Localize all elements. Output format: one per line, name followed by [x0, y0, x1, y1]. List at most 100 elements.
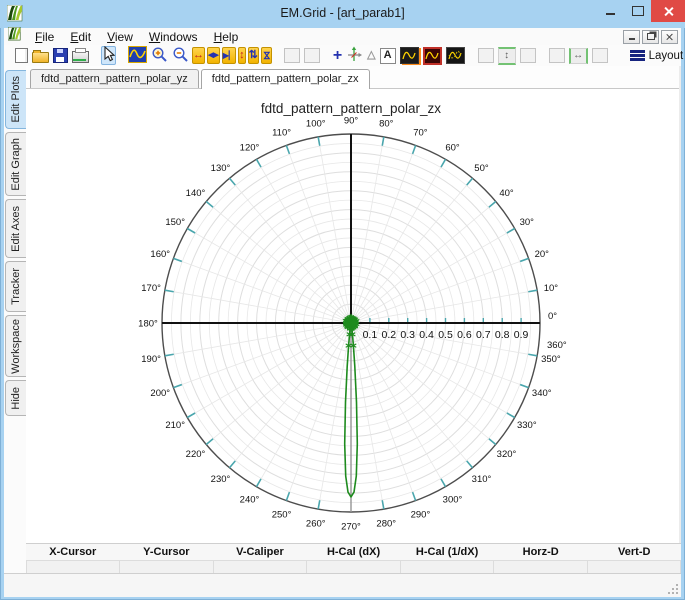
sidebar-tab-label: Edit Graph: [10, 137, 22, 191]
polar-angle-label: 360°: [547, 340, 567, 351]
tracker-axes-button[interactable]: [345, 46, 364, 65]
polar-angle-tick: [173, 257, 183, 263]
polar-angle-label: 110°: [272, 128, 291, 139]
expand-y-button[interactable]: ↕: [238, 47, 246, 64]
multi-plot-dark-button[interactable]: [445, 46, 466, 65]
polar-angle-tick: [381, 500, 385, 510]
sidebar-tab-edit-graph[interactable]: Edit Graph: [5, 132, 26, 196]
layout-button[interactable]: Layout: [625, 48, 685, 64]
zoom-in-button[interactable]: [150, 46, 169, 65]
sine-plot-icon: [128, 45, 147, 66]
plot-window-button[interactable]: [127, 45, 148, 66]
caliper-icon: △: [367, 49, 376, 61]
fit-vertical-icon: ↕: [497, 46, 516, 65]
print-button[interactable]: [71, 46, 90, 65]
text-annotation-button[interactable]: A: [379, 46, 397, 65]
edit-plot-dark-button[interactable]: [399, 46, 420, 65]
minimize-icon: [606, 13, 615, 15]
fit-x-button[interactable]: ▶▏: [221, 47, 237, 64]
tracker-axes-icon: [346, 46, 363, 66]
polar-angle-label: 40°: [499, 188, 514, 199]
polar-angle-tick: [440, 478, 447, 488]
cursor-col-x-cursor: X-Cursor: [49, 546, 97, 558]
layout-button-label: Layout: [648, 49, 684, 62]
chart-title: fdtd_pattern_pattern_polar_zx: [261, 101, 441, 116]
mdi-close-icon: [666, 33, 673, 40]
save-button[interactable]: [52, 46, 69, 65]
tab-fdtd_pattern_pattern_polar_zx[interactable]: fdtd_pattern_pattern_polar_zx: [200, 69, 370, 89]
fit-horizontal-icon: ↔: [568, 47, 588, 64]
toolbar: ↔ ◀▶ ▶▏ ↕ ⇅ ⋈ + △ A ↕ ↔ Layout: [4, 45, 683, 67]
cursor-value-cell: [494, 560, 588, 574]
empty-box-icon: [591, 48, 608, 63]
title-bar: EM.Grid - [art_parab1]: [0, 0, 685, 28]
sidebar-tab-edit-plots[interactable]: Edit Plots: [5, 70, 26, 129]
empty-box-icon: [519, 48, 536, 63]
polar-angle-tick: [205, 200, 214, 208]
plot-canvas[interactable]: 0° 10° 20° 30° 40° 50° 60° 70° 80° 90° 100° 110° 120…: [26, 88, 679, 543]
empty-box-icon: [303, 48, 320, 63]
menu-windows[interactable]: Windows: [141, 29, 206, 45]
sidebar-tab-label: Tracker: [10, 268, 22, 305]
cursor-readout-table: X-Cursor Y-Cursor V-Caliper H-Cal (dX) H-Cal…: [26, 543, 681, 574]
minimize-button[interactable]: [597, 0, 624, 22]
pointer-tool-button[interactable]: [101, 45, 116, 65]
polar-angle-label: 210°: [165, 420, 185, 431]
compress-x-button[interactable]: ◀▶: [207, 47, 220, 64]
compress-y-button[interactable]: ⇅: [247, 47, 259, 64]
cursor-value-cell: [307, 560, 401, 574]
mdi-restore-button[interactable]: [642, 29, 659, 44]
sidebar-tab-tracker[interactable]: Tracker: [5, 261, 26, 312]
tab-fdtd_pattern_pattern_polar_yz[interactable]: fdtd_pattern_pattern_polar_yz: [30, 69, 199, 88]
menu-view[interactable]: View: [99, 29, 141, 45]
polar-angle-tick: [317, 500, 321, 510]
polar-angle-label: 160°: [150, 249, 170, 260]
plot-style-red-button[interactable]: [422, 46, 443, 65]
save-floppy-icon: [53, 48, 68, 63]
open-file-button[interactable]: [31, 46, 50, 65]
fit-y-button[interactable]: ⋈: [260, 47, 272, 64]
cursor-col-horz-d: Horz-D: [522, 546, 559, 558]
menu-help[interactable]: Help: [206, 29, 247, 45]
polar-angle-label: 260°: [306, 518, 326, 529]
main-panel: fdtd_pattern_pattern_polar_yz fdtd_patter…: [26, 66, 681, 543]
mdi-minimize-button[interactable]: [623, 29, 640, 44]
dark-multi-plot-icon: [445, 47, 465, 64]
resize-grip-icon[interactable]: [667, 583, 680, 596]
polar-angle-label: 240°: [240, 494, 260, 505]
caliper-button[interactable]: △: [366, 46, 376, 65]
polar-angle-label: 100°: [306, 119, 326, 130]
plot-tab-row: fdtd_pattern_pattern_polar_yz fdtd_patter…: [26, 66, 679, 89]
polar-angle-tick: [466, 460, 474, 469]
maximize-button[interactable]: [624, 0, 651, 22]
sidebar-tab-workspace[interactable]: Workspace: [5, 315, 26, 377]
select-region-2-button[interactable]: [303, 46, 321, 65]
close-button[interactable]: [651, 0, 685, 22]
polar-radial-label: 0.6: [457, 329, 472, 341]
new-document-button[interactable]: [14, 46, 29, 65]
dark-plot-icon: [399, 47, 419, 64]
expand-x-button[interactable]: ↔: [192, 47, 205, 64]
polar-angle-tick: [440, 158, 447, 168]
crosshair-button[interactable]: +: [332, 46, 343, 65]
pointer-arrow-icon: [102, 45, 116, 65]
zoom-out-button[interactable]: [171, 46, 190, 65]
cursor-col-h-cal-1-dx-: H-Cal (1/dX): [415, 546, 479, 558]
select-region-1-button[interactable]: [283, 46, 301, 65]
sidebar-tab-hide[interactable]: Hide: [5, 380, 26, 416]
mdi-close-button[interactable]: [661, 29, 678, 44]
polar-radial-label: 0.4: [419, 329, 434, 341]
maximize-icon: [631, 6, 644, 16]
layout-stack-icon: [629, 50, 645, 61]
polar-angle-label: 340°: [532, 388, 552, 399]
menu-bar: File Edit View Windows Help: [4, 26, 681, 46]
polar-radial-label: 0.7: [476, 329, 491, 341]
sidebar-tab-label: Hide: [10, 386, 22, 410]
polar-radial-label: 0.1: [363, 329, 378, 341]
polar-chart[interactable]: 0° 10° 20° 30° 40° 50° 60° 70° 80° 90° 100° 110° 120…: [26, 88, 677, 543]
menu-file[interactable]: File: [27, 29, 62, 45]
polar-angle-tick: [381, 136, 385, 146]
sidebar-tab-edit-axes[interactable]: Edit Axes: [5, 199, 26, 258]
polar-angle-label: 250°: [272, 509, 292, 520]
menu-edit[interactable]: Edit: [62, 29, 99, 45]
